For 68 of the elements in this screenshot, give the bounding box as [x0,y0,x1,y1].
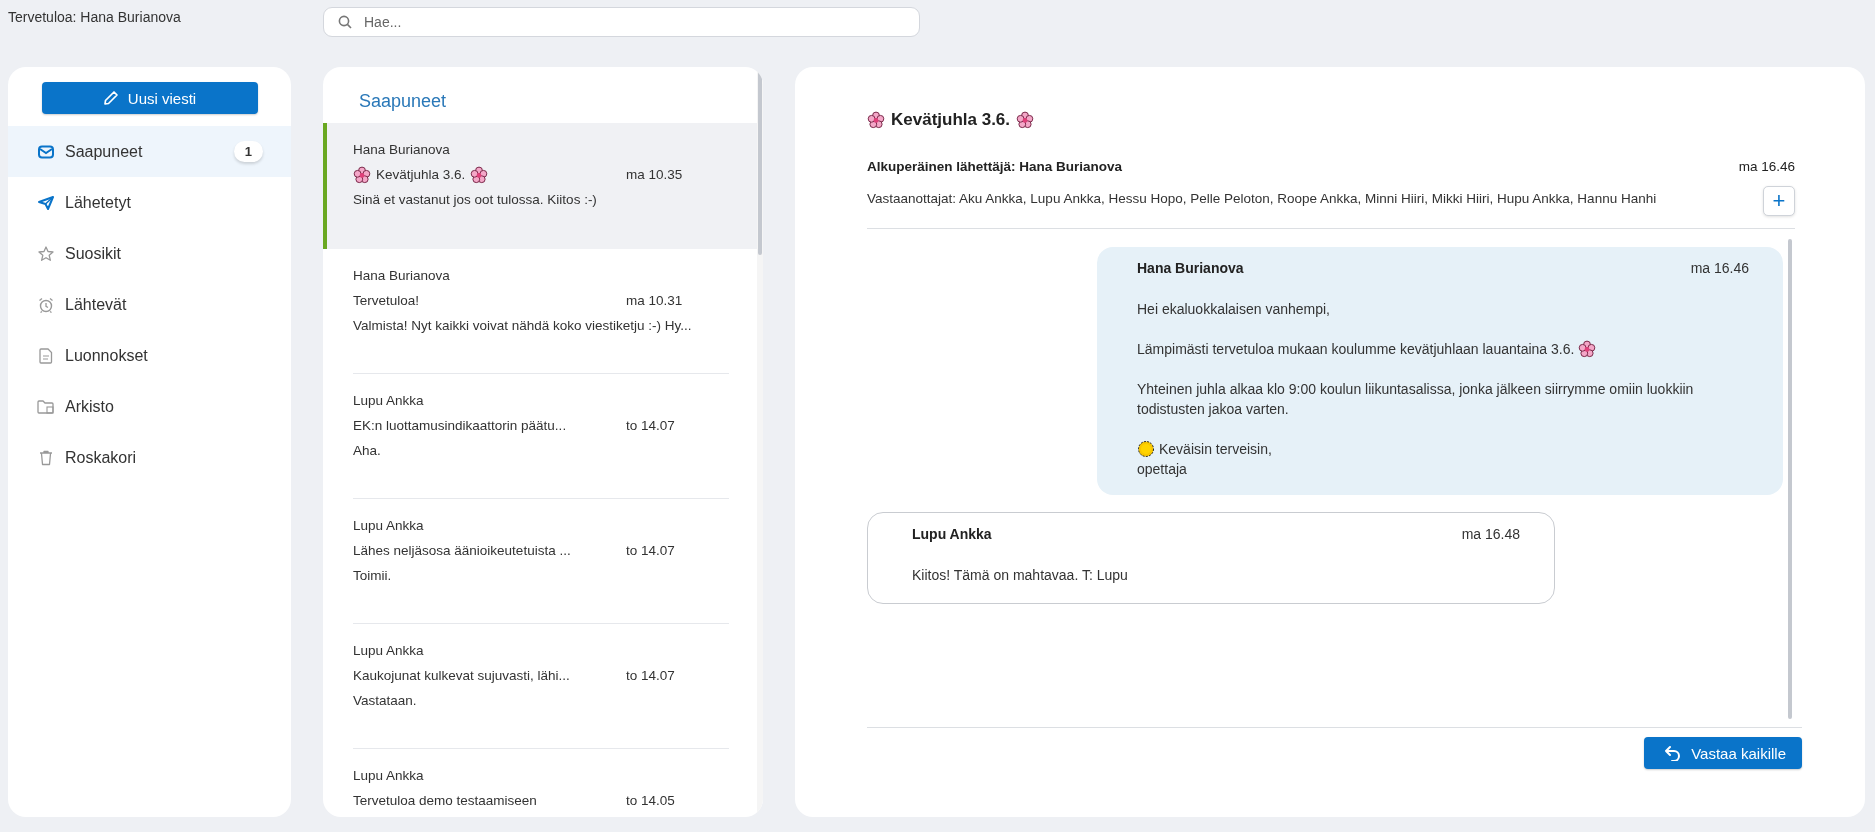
folder-item[interactable]: Suosikit [8,228,291,279]
preview-text: Toimii. [353,567,393,585]
new-message-button[interactable]: Uusi viesti [41,82,258,114]
preview-text: Sinä et vastanut jos oot tulossa. Kiitos :-) [353,191,598,209]
star-icon [38,245,54,262]
expand-recipients-button[interactable]: + [1763,186,1795,216]
folder-icon [37,398,55,415]
folder-item[interactable]: Luonnokset [8,330,291,381]
trash-icon [39,449,53,466]
time-text: to 14.07 [626,417,675,435]
folder-item[interactable]: Lähtevät [8,279,291,330]
time-text: ma 10.31 [626,292,683,310]
pencil-icon [102,90,119,106]
search-field[interactable]: Hae... [323,7,920,37]
sender-name: Hana Burianova [353,267,451,285]
recipients-text: Vastaanottajat: Aku Ankka, Lupu Ankka, Hessu Hopo, Pelle Peloton, Roope Ankka, Minni Hiiri, Mikki Hiiri, Hupu Ankka, Hannu Hanhi [867,190,1657,206]
envelope-icon [38,144,54,159]
message-text: Yhteinen juhla alkaa klo 9:00 koulun liikuntasalissa, jonka jälkeen siirrymme omiin luokkiin todistusten jakoa varten. [1137,380,1695,419]
thread-title: Kevätjuhla 3.6. [891,110,1011,130]
paper-plane-icon [38,195,54,210]
welcome-text: Tervetuloa: Hana Burianova [8,9,181,25]
sender-name: Lupu Ankka [353,517,425,535]
subject-text: Kevätjuhla 3.6. [376,166,466,184]
message-text: Lämpimästi tervetuloa mukaan koulumme kevätjuhlaan lauantaina 3.6. [1137,340,1575,359]
message-list-item[interactable]: Hana Burianova Tervetuloa! ma 10.31 Valmista! Nyt kaikki voivat nähdä koko viestiketju :-) Hy... [323,249,757,374]
list-title: Saapuneet [358,90,448,113]
sender-name: Lupu Ankka [353,392,425,410]
message-list-item[interactable]: Lupu Ankka Tervetuloa demo testaamiseen to 14.05 [323,749,757,817]
message-list-item[interactable]: Lupu Ankka Lähes neljäsosa äänioikeutetuista ... to 14.07 Toimii. [323,499,757,624]
document-icon [39,347,53,364]
scrollbar[interactable] [1788,239,1792,719]
time-text: ma 16.48 [1461,525,1520,544]
reply-all-button[interactable]: Vastaa kaikille [1644,737,1802,769]
subject-text: Kaukojunat kulkevat sujuvasti, lähi... [353,667,570,685]
folder-item[interactable]: Arkisto [8,381,291,432]
subject-text: Tervetuloa! [353,292,420,310]
unread-count-badge: 1 [233,141,263,162]
time-text: ma 16.46 [1690,259,1749,278]
subject-text: Lähes neljäsosa äänioikeutetuista ... [353,542,571,560]
search-icon [338,15,352,29]
message-list-item[interactable]: Lupu Ankka Kaukojunat kulkevat sujuvasti, lähi... to 14.07 Vastataan. [323,624,757,749]
message-text: Keväisin terveisin, [1159,440,1272,459]
sender-name: Lupu Ankka [912,525,992,544]
folder-item[interactable]: Saapuneet 1 [8,126,291,177]
time-text: to 14.05 [626,792,675,810]
time-text: ma 10.35 [626,166,683,184]
sender-name: Hana Burianova [353,141,451,159]
message-list-item[interactable]: Lupu Ankka EK:n luottamusindikaattorin päätu... to 14.07 Aha. [323,374,757,499]
preview-text: Valmista! Nyt kaikki voivat nähdä koko viestiketju :-) Hy... [353,317,693,335]
subject-text: EK:n luottamusindikaattorin päätu... [353,417,567,435]
message-text: opettaja [1137,460,1187,479]
message-list-item[interactable]: Hana Burianova Kevätjuhla 3.6. ma 10.35 Sinä et vastanut jos oot tulossa. Kiitos :-) [323,123,757,249]
preview-text: Aha. [353,442,382,460]
preview-text: Vastataan. [353,692,418,710]
subject-text: Tervetuloa demo testaamiseen [353,792,537,810]
time-text: ma 16.46 [1738,159,1795,174]
time-text: to 14.07 [626,542,675,560]
sender-name: Hana Burianova [1137,259,1244,278]
original-sender: Alkuperäinen lähettäjä: Hana Burianova [867,159,1123,174]
alarm-clock-icon [38,296,54,313]
folder-item[interactable]: Lähetetyt [8,177,291,228]
sender-name: Lupu Ankka [353,767,425,785]
message-text: Hei ekaluokkalaisen vanhempi, [1137,300,1330,319]
message-text: Kiitos! Tämä on mahtavaa. T: Lupu [912,566,1128,585]
reply-arrow-icon [1664,745,1683,761]
sender-name: Lupu Ankka [353,642,425,660]
time-text: to 14.07 [626,667,675,685]
folder-item[interactable]: Roskakori [8,432,291,483]
